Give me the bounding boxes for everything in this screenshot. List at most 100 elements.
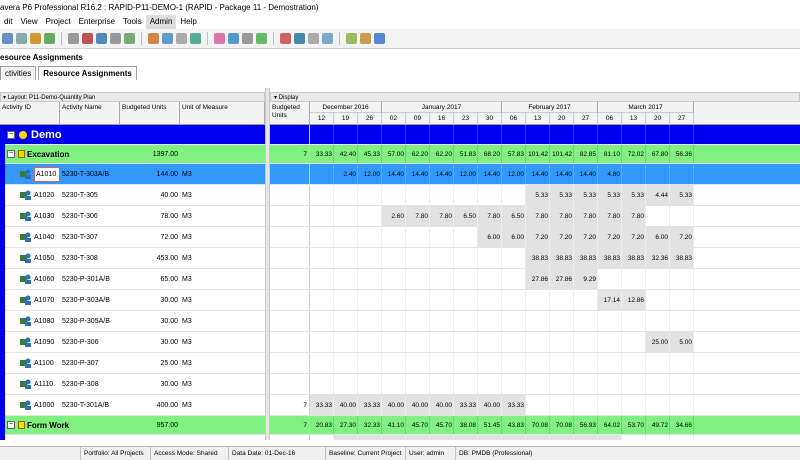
- period-value-cell[interactable]: [358, 374, 382, 394]
- display-options-bar[interactable]: ▾ Display: [270, 92, 800, 102]
- period-value-cell[interactable]: 38.83: [526, 248, 550, 268]
- period-value-cell[interactable]: 5.33: [526, 185, 550, 205]
- period-value-cell[interactable]: [574, 353, 598, 373]
- activity-id[interactable]: A1090: [34, 332, 60, 352]
- period-value-cell[interactable]: [622, 125, 646, 144]
- period-value-cell[interactable]: 7.80: [478, 206, 502, 226]
- period-value-cell[interactable]: [430, 290, 454, 310]
- period-value-cell[interactable]: [478, 248, 502, 268]
- period-value-cell[interactable]: [670, 374, 694, 394]
- period-value-cell[interactable]: [310, 332, 334, 352]
- period-value-cell[interactable]: 5.33: [622, 185, 646, 205]
- menu-item-admin[interactable]: Admin: [145, 15, 177, 29]
- activity-id[interactable]: A1060: [34, 269, 60, 289]
- column-header-activity-name[interactable]: Activity Name: [60, 102, 120, 125]
- period-value-cell[interactable]: [646, 435, 670, 440]
- period-value-cell[interactable]: [406, 353, 430, 373]
- period-value-cell[interactable]: [310, 311, 334, 331]
- period-value-cell[interactable]: 14.40: [550, 164, 574, 184]
- period-value-cell[interactable]: [622, 374, 646, 394]
- period-value-cell[interactable]: [310, 353, 334, 373]
- period-value-cell[interactable]: 25.00: [646, 332, 670, 352]
- toolbar-button-icon[interactable]: [162, 33, 173, 44]
- period-value-cell[interactable]: 13.80: [550, 435, 574, 440]
- period-value-cell[interactable]: [406, 290, 430, 310]
- period-value-cell[interactable]: [646, 269, 670, 289]
- period-value-cell[interactable]: [478, 353, 502, 373]
- column-header-unit-of-measure[interactable]: Unit of Measure: [180, 102, 265, 125]
- period-value-cell[interactable]: 6.00: [646, 227, 670, 247]
- collapse-icon[interactable]: −: [7, 421, 15, 429]
- period-value-cell[interactable]: [502, 353, 526, 373]
- period-value-cell[interactable]: [382, 269, 406, 289]
- period-value-cell[interactable]: [598, 353, 622, 373]
- period-value-cell[interactable]: 38.83: [622, 248, 646, 268]
- collapse-icon[interactable]: −: [7, 131, 15, 139]
- period-value-cell[interactable]: 27.86: [550, 269, 574, 289]
- spreadsheet-row[interactable]: 17.14 12.86: [270, 290, 800, 311]
- period-value-cell[interactable]: [430, 374, 454, 394]
- period-value-cell[interactable]: [334, 185, 358, 205]
- period-value-cell[interactable]: [430, 227, 454, 247]
- period-value-cell[interactable]: [670, 290, 694, 310]
- period-value-cell[interactable]: [478, 374, 502, 394]
- period-value-cell[interactable]: [502, 374, 526, 394]
- spreadsheet-row[interactable]: 5.33 5.33 5.33 5.33 5.33 4.44 5.33: [270, 185, 800, 206]
- period-value-cell[interactable]: 9.29: [574, 269, 598, 289]
- period-value-cell[interactable]: 33.33: [310, 145, 334, 163]
- period-value-cell[interactable]: [334, 353, 358, 373]
- period-value-cell[interactable]: [598, 125, 622, 144]
- period-value-cell[interactable]: [406, 248, 430, 268]
- period-value-cell[interactable]: [334, 290, 358, 310]
- menu-item-enterprise[interactable]: Enterprise: [75, 15, 119, 29]
- period-value-cell[interactable]: 4.60: [598, 435, 622, 440]
- period-value-cell[interactable]: [430, 332, 454, 352]
- period-value-cell[interactable]: 43.83: [502, 416, 526, 434]
- toolbar-button-icon[interactable]: [190, 33, 201, 44]
- period-value-cell[interactable]: 2.60: [382, 206, 406, 226]
- activity-id[interactable]: A1020: [34, 185, 60, 205]
- period-value-cell[interactable]: [406, 125, 430, 144]
- period-value-cell[interactable]: [334, 311, 358, 331]
- period-value-cell[interactable]: 62.20: [430, 145, 454, 163]
- table-row[interactable]: A1020 5230-T-305 40.00 M3: [0, 185, 265, 206]
- column-header-activity-id[interactable]: Activity ID: [0, 102, 60, 125]
- period-value-cell[interactable]: [670, 206, 694, 226]
- period-value-cell[interactable]: [646, 164, 670, 184]
- period-value-cell[interactable]: 27.30: [334, 416, 358, 434]
- period-value-cell[interactable]: 72.02: [622, 145, 646, 163]
- period-value-cell[interactable]: 38.83: [550, 248, 574, 268]
- period-value-cell[interactable]: 7.80: [406, 206, 430, 226]
- collapse-icon[interactable]: −: [7, 150, 15, 158]
- period-value-cell[interactable]: [430, 125, 454, 144]
- period-value-cell[interactable]: [334, 206, 358, 226]
- period-value-cell[interactable]: 7.80: [598, 206, 622, 226]
- table-row[interactable]: A1090 5230-P-306 30.00 M3: [0, 332, 265, 353]
- period-value-cell[interactable]: 12.86: [622, 290, 646, 310]
- period-value-cell[interactable]: [310, 227, 334, 247]
- period-value-cell[interactable]: [406, 227, 430, 247]
- period-value-cell[interactable]: [670, 269, 694, 289]
- period-value-cell[interactable]: [334, 332, 358, 352]
- period-value-cell[interactable]: 56.93: [574, 416, 598, 434]
- period-value-cell[interactable]: [334, 269, 358, 289]
- period-value-cell[interactable]: [670, 395, 694, 415]
- period-value-cell[interactable]: [454, 185, 478, 205]
- period-value-cell[interactable]: [622, 164, 646, 184]
- period-value-cell[interactable]: [430, 311, 454, 331]
- period-value-cell[interactable]: [598, 269, 622, 289]
- period-value-cell[interactable]: [670, 353, 694, 373]
- period-value-cell[interactable]: [310, 248, 334, 268]
- wbs-row[interactable]: − Form Work 957.00: [0, 416, 265, 435]
- period-value-cell[interactable]: 40.00: [334, 395, 358, 415]
- period-value-cell[interactable]: [670, 311, 694, 331]
- period-value-cell[interactable]: [310, 290, 334, 310]
- period-value-cell[interactable]: [502, 311, 526, 331]
- period-value-cell[interactable]: [550, 290, 574, 310]
- period-value-cell[interactable]: 68.20: [478, 145, 502, 163]
- toolbar-button-icon[interactable]: [280, 33, 291, 44]
- period-value-cell[interactable]: 6.00: [502, 227, 526, 247]
- period-value-cell[interactable]: [646, 353, 670, 373]
- period-value-cell[interactable]: [454, 125, 478, 144]
- period-value-cell[interactable]: 33.33: [454, 395, 478, 415]
